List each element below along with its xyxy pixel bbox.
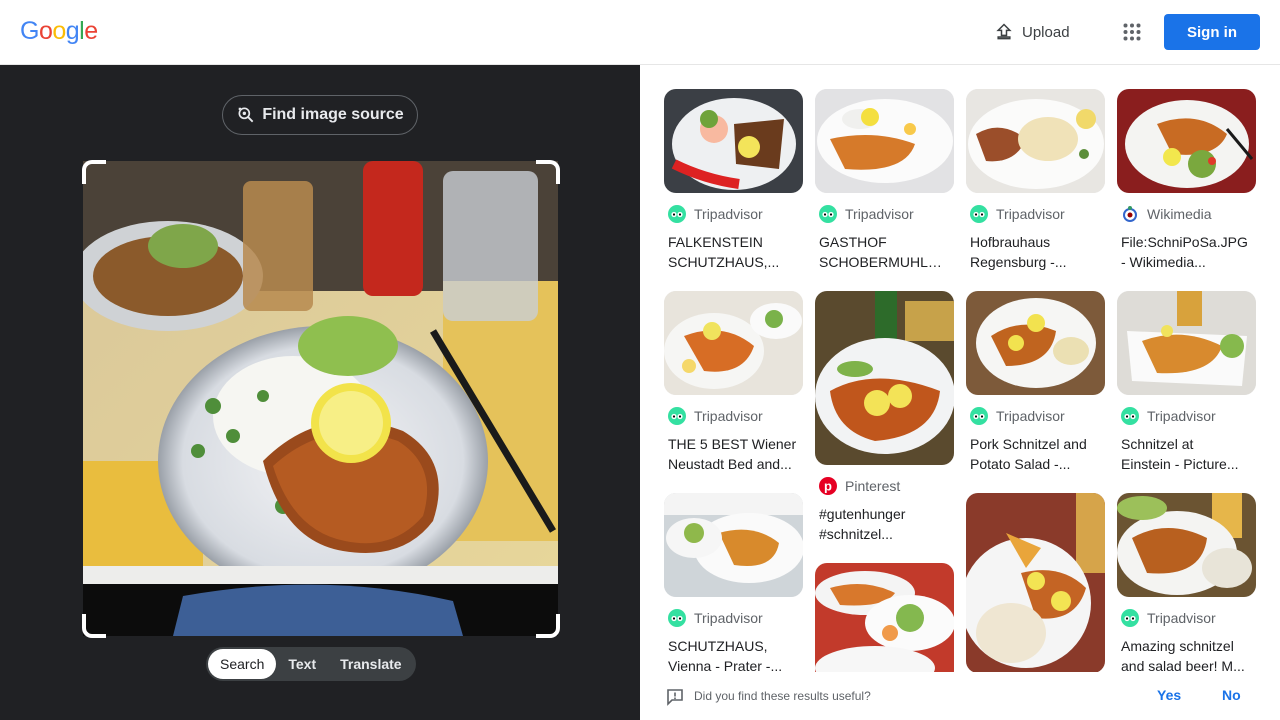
result-thumbnail[interactable] <box>1117 493 1256 597</box>
tab-search[interactable]: Search <box>208 649 277 679</box>
result-thumbnail[interactable] <box>1117 291 1256 395</box>
tripadvisor-icon <box>1121 407 1139 425</box>
feedback-yes-button[interactable]: Yes <box>1157 687 1181 703</box>
result-source: Tripadvisor <box>845 206 914 222</box>
result-source: Tripadvisor <box>1147 610 1216 626</box>
crop-handle-top-right[interactable] <box>536 160 560 184</box>
result-title[interactable]: GASTHOF SCHOBERMUHLE,... <box>819 232 950 272</box>
tripadvisor-icon <box>668 205 686 223</box>
tripadvisor-icon <box>1121 609 1139 627</box>
result-thumbnail[interactable] <box>815 563 954 683</box>
google-apps-button[interactable] <box>1116 16 1148 48</box>
result-title[interactable]: Amazing schnitzel and salad beer! M... <box>1121 636 1252 676</box>
feedback-bar: Did you find these results useful? Yes N… <box>640 672 1280 720</box>
header: Google Upload Sign in <box>0 0 1280 65</box>
result-title[interactable]: SCHUTZHAUS, Vienna - Prater -... <box>668 636 799 676</box>
lens-image-panel: Find image source Search Text Translate <box>0 65 640 720</box>
pinterest-icon: p <box>819 477 837 495</box>
result-card[interactable]: Tripadvisor Schnitzel at Einstein - Pictu… <box>1117 291 1256 474</box>
tripadvisor-icon <box>970 205 988 223</box>
crop-handle-bottom-right[interactable] <box>536 614 560 638</box>
results-column-1: Tripadvisor FALKENSTEIN SCHUTZHAUS,... Tr… <box>664 89 803 676</box>
result-source: Tripadvisor <box>694 610 763 626</box>
result-thumbnail[interactable] <box>664 493 803 597</box>
result-title[interactable]: THE 5 BEST Wiener Neustadt Bed and... <box>668 434 799 474</box>
lens-mode-tabs: Search Text Translate <box>206 647 416 681</box>
upload-icon <box>996 23 1012 40</box>
result-thumbnail[interactable] <box>815 291 954 465</box>
feedback-question: Did you find these results useful? <box>694 689 871 703</box>
tripadvisor-icon <box>819 205 837 223</box>
wikimedia-icon <box>1123 206 1137 222</box>
result-card[interactable] <box>966 493 1105 673</box>
result-card[interactable]: Tripadvisor Pork Schnitzel and Potato Sal… <box>966 291 1105 474</box>
result-thumbnail[interactable] <box>1117 89 1256 193</box>
feedback-icon <box>667 689 683 706</box>
result-source: Tripadvisor <box>996 206 1065 222</box>
crop-handle-top-left[interactable] <box>82 160 106 184</box>
tab-text[interactable]: Text <box>276 649 328 679</box>
result-thumbnail[interactable] <box>664 291 803 395</box>
result-card[interactable]: Tripadvisor Amazing schnitzel and salad b… <box>1117 493 1256 676</box>
result-thumbnail[interactable] <box>966 291 1105 395</box>
google-logo[interactable]: Google <box>20 17 98 46</box>
find-image-source-button[interactable]: Find image source <box>222 95 418 135</box>
schnitzel-photo <box>83 161 558 636</box>
result-source: Tripadvisor <box>694 206 763 222</box>
results-column-2: Tripadvisor GASTHOF SCHOBERMUHLE,... p Pin… <box>815 89 954 683</box>
results-column-3: Tripadvisor Hofbrauhaus Regensburg -... T… <box>966 89 1105 673</box>
tripadvisor-icon <box>668 407 686 425</box>
result-source: Tripadvisor <box>996 408 1065 424</box>
result-card[interactable]: Tripadvisor SCHUTZHAUS, Vienna - Prater -… <box>664 493 803 676</box>
feedback-no-button[interactable]: No <box>1222 687 1241 703</box>
visual-matches-panel: Tripadvisor FALKENSTEIN SCHUTZHAUS,... Tr… <box>640 65 1280 720</box>
result-title[interactable]: File:SchniPoSa.JPG - Wikimedia... <box>1121 232 1252 272</box>
result-card[interactable]: Tripadvisor GASTHOF SCHOBERMUHLE,... <box>815 89 954 272</box>
lens-search-icon <box>238 107 254 123</box>
result-source: Pinterest <box>845 478 901 494</box>
result-card[interactable]: p Pinterest #gutenhunger #schnitzel... <box>815 291 954 544</box>
svg-text:p: p <box>824 479 832 494</box>
result-source: Tripadvisor <box>1147 408 1216 424</box>
result-title[interactable]: #gutenhunger #schnitzel... <box>819 504 950 544</box>
result-thumbnail[interactable] <box>966 493 1105 673</box>
upload-button[interactable]: Upload <box>986 14 1078 50</box>
sign-in-button[interactable]: Sign in <box>1164 14 1260 50</box>
result-card[interactable] <box>815 563 954 683</box>
result-title[interactable]: Hofbrauhaus Regensburg -... <box>970 232 1101 272</box>
tripadvisor-icon <box>970 407 988 425</box>
result-thumbnail[interactable] <box>815 89 954 193</box>
uploaded-image-crop[interactable] <box>83 161 558 636</box>
result-title[interactable]: FALKENSTEIN SCHUTZHAUS,... <box>668 232 799 272</box>
tripadvisor-icon <box>668 609 686 627</box>
upload-label: Upload <box>1022 23 1070 41</box>
tab-translate[interactable]: Translate <box>328 649 413 679</box>
result-source: Tripadvisor <box>694 408 763 424</box>
apps-grid-icon <box>1123 23 1141 41</box>
result-title[interactable]: Schnitzel at Einstein - Picture... <box>1121 434 1252 474</box>
results-column-4: Wikimedia File:SchniPoSa.JPG - Wikimedia.… <box>1117 89 1256 676</box>
result-card[interactable]: Tripadvisor FALKENSTEIN SCHUTZHAUS,... <box>664 89 803 272</box>
crop-handle-bottom-left[interactable] <box>82 614 106 638</box>
result-card[interactable]: Tripadvisor Hofbrauhaus Regensburg -... <box>966 89 1105 272</box>
find-image-source-label: Find image source <box>262 106 404 123</box>
result-card[interactable]: Tripadvisor THE 5 BEST Wiener Neustadt Be… <box>664 291 803 474</box>
result-title[interactable]: Pork Schnitzel and Potato Salad -... <box>970 434 1101 474</box>
result-thumbnail[interactable] <box>966 89 1105 193</box>
result-source: Wikimedia <box>1147 206 1212 222</box>
result-thumbnail[interactable] <box>664 89 803 193</box>
result-card[interactable]: Wikimedia File:SchniPoSa.JPG - Wikimedia.… <box>1117 89 1256 272</box>
